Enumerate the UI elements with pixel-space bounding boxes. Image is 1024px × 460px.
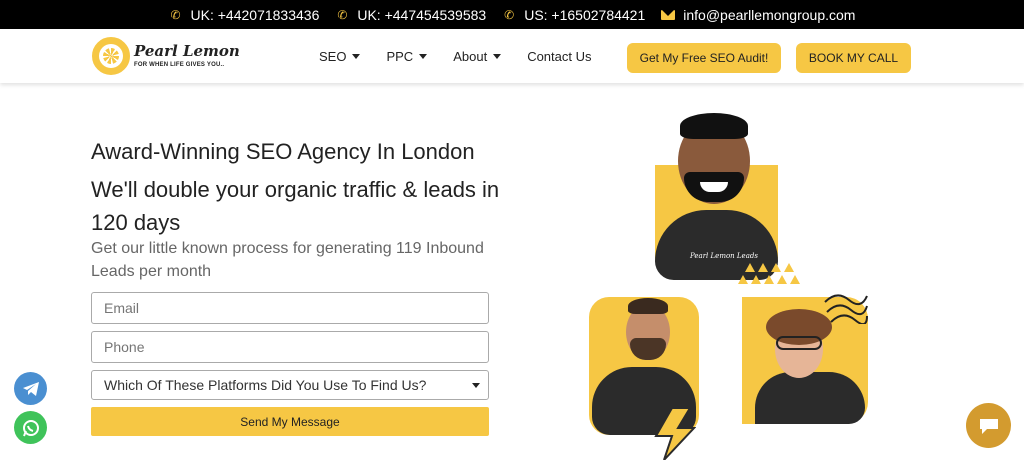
nav-item-ppc[interactable]: PPC [386,48,428,64]
founder-hair [680,113,748,139]
free-seo-audit-button[interactable]: Get My Free SEO Audit! [627,43,781,73]
email-field[interactable] [91,292,489,324]
nav-item-seo-label: SEO [319,48,347,64]
nav-item-seo[interactable]: SEO [319,48,361,64]
phone-uk-1[interactable]: ✆ UK: +442071833436 [169,6,320,23]
nav-item-contact[interactable]: Contact Us [527,49,591,64]
hero-title: Award-Winning SEO Agency In London [91,139,475,164]
phone-us[interactable]: ✆ US: +16502784421 [502,7,645,23]
nav-item-about[interactable]: About [453,48,502,64]
telegram-button[interactable] [14,372,47,405]
phone-us-label: US: +16502784421 [524,6,646,23]
chevron-down-icon [419,53,428,59]
email-link[interactable]: info@pearllemongroup.com [661,7,855,23]
main-navbar: Pearl Lemon FOR WHEN LIFE GIVES YOU.. SE… [0,29,1024,83]
telegram-icon [22,381,39,396]
nav-menu: SEO PPC About Contact Us [319,29,592,83]
mail-icon [661,9,676,20]
book-call-button[interactable]: BOOK MY CALL [796,43,911,73]
team-photo-2-hoodie [755,372,865,424]
brand-logo[interactable]: Pearl Lemon FOR WHEN LIFE GIVES YOU.. [92,37,240,75]
chevron-down-icon [493,53,502,59]
chevron-down-icon [352,53,361,59]
lemon-logo-icon [92,37,130,75]
nav-item-contact-label: Contact Us [527,48,592,64]
nav-item-ppc-label: PPC [386,48,414,64]
team-photo-2-glasses [776,336,822,350]
logo-text: Pearl Lemon FOR WHEN LIFE GIVES YOU.. [134,42,240,69]
squiggle-decoration-icon [824,294,868,324]
hero-headline: We'll double your organic traffic & lead… [91,177,500,235]
phone-field[interactable] [91,331,489,363]
lightning-bolt-icon [654,408,696,460]
team-photo-1-hair [628,298,668,314]
hero-subtitle: Get our little known process for generat… [91,240,484,280]
chevron-down-icon [472,383,480,388]
triangle-pattern [738,275,800,284]
platform-select[interactable]: Which Of These Platforms Did You Use To … [91,370,489,400]
phone-uk-1-label: UK: +442071833436 [190,6,320,23]
chat-icon [979,418,998,434]
phone-uk-2[interactable]: ✆ UK: +447454539583 [335,7,486,23]
logo-tagline: FOR WHEN LIFE GIVES YOU.. [134,62,225,68]
logo-title: Pearl Lemon [134,42,240,60]
shirt-text: Pearl Lemon Leads [690,252,758,260]
phone-icon: ✆ [337,7,348,22]
email-label: info@pearllemongroup.com [683,6,856,23]
whatsapp-icon [22,419,39,436]
phone-icon: ✆ [170,7,181,22]
phone-uk-2-label: UK: +447454539583 [357,6,487,23]
whatsapp-button[interactable] [14,411,47,444]
phone-icon: ✆ [504,7,515,22]
platform-select-value: Which Of These Platforms Did You Use To … [104,377,427,393]
nav-item-about-label: About [453,48,488,64]
send-message-button[interactable]: Send My Message [91,407,489,436]
live-chat-button[interactable] [966,403,1011,448]
contact-bar: ✆ UK: +442071833436 ✆ UK: +447454539583 … [0,0,1024,29]
triangle-pattern [745,263,794,272]
